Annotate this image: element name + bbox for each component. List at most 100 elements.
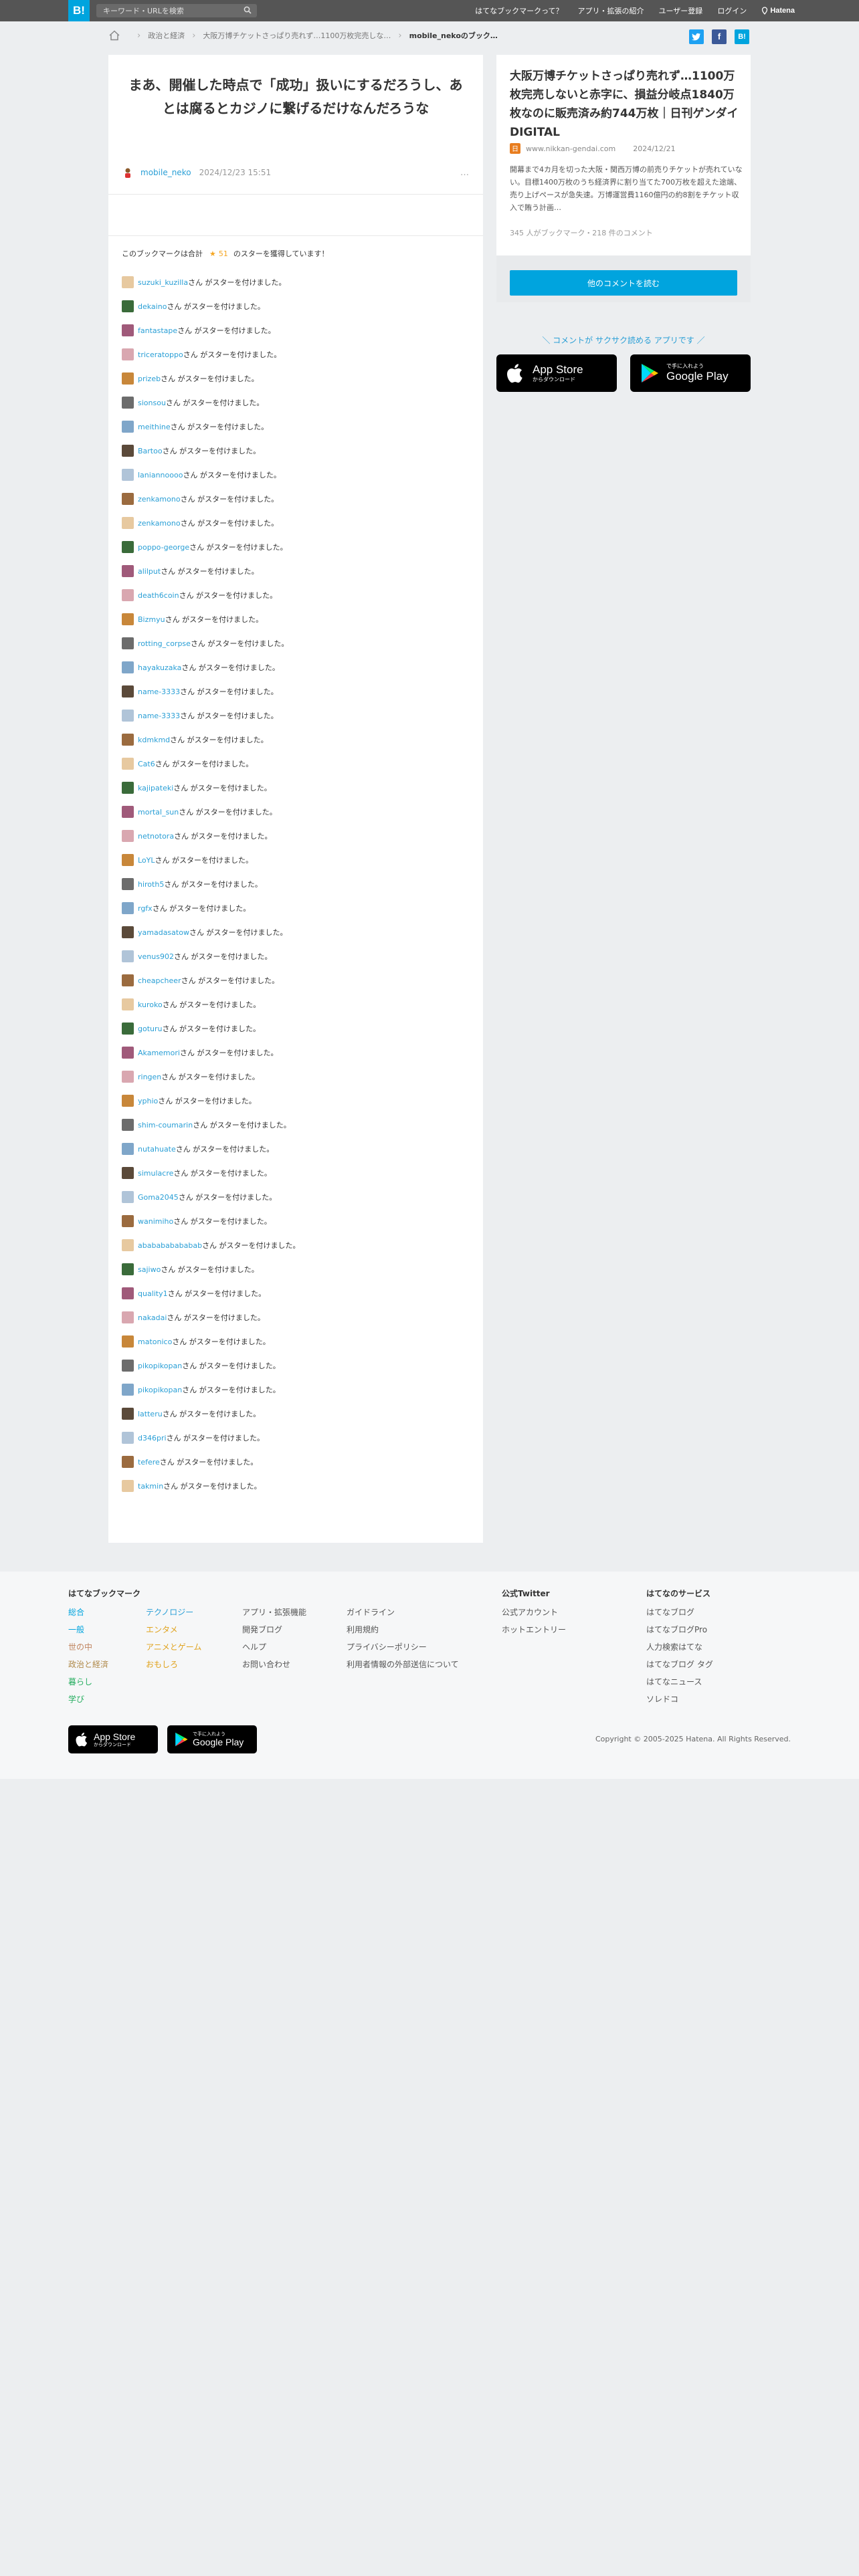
- star-user-link[interactable]: ababababababab: [138, 1241, 202, 1250]
- star-user-link[interactable]: rotting_corpse: [138, 639, 191, 648]
- app-promo-text[interactable]: ＼ コメントが サクサク読める アプリです ／: [496, 334, 751, 346]
- avatar[interactable]: [122, 661, 134, 673]
- avatar[interactable]: [122, 517, 134, 529]
- footer-link[interactable]: 公式アカウント: [502, 1606, 558, 1618]
- avatar[interactable]: [122, 830, 134, 842]
- star-user-link[interactable]: hiroth5: [138, 880, 164, 889]
- entry-meta[interactable]: 345 人がブックマーク・218 件のコメント: [510, 227, 653, 238]
- avatar[interactable]: [122, 734, 134, 746]
- app-store-badge[interactable]: App Store からダウンロード: [496, 354, 617, 392]
- more-icon[interactable]: …: [460, 168, 470, 178]
- footer-link[interactable]: ヘルプ: [242, 1641, 266, 1652]
- avatar[interactable]: [122, 950, 134, 962]
- star-user-link[interactable]: laniannoooo: [138, 471, 183, 479]
- avatar[interactable]: [122, 1239, 134, 1251]
- avatar[interactable]: [122, 1215, 134, 1227]
- star-user-link[interactable]: Bizmyu: [138, 615, 165, 624]
- star-user-link[interactable]: fantastape: [138, 326, 177, 335]
- bookmark-date[interactable]: 2024/12/23 15:51: [199, 168, 272, 177]
- avatar[interactable]: [122, 445, 134, 457]
- star-user-link[interactable]: prizeb: [138, 374, 161, 383]
- footer-link[interactable]: はてなニュース: [646, 1676, 702, 1687]
- avatar[interactable]: [122, 167, 134, 179]
- star-user-link[interactable]: shim-coumarin: [138, 1121, 193, 1130]
- avatar[interactable]: [122, 1432, 134, 1444]
- star-user-link[interactable]: Akamemori: [138, 1049, 180, 1057]
- avatar[interactable]: [122, 372, 134, 385]
- footer-link[interactable]: 利用規約: [347, 1624, 379, 1635]
- avatar[interactable]: [122, 1071, 134, 1083]
- footer-link[interactable]: テクノロジー: [146, 1606, 193, 1618]
- hatena-bookmark-share-icon[interactable]: B!: [735, 29, 749, 44]
- footer-google-play-badge[interactable]: で手に入れよう Google Play: [167, 1725, 257, 1753]
- nav-about[interactable]: はてなブックマークって？: [475, 5, 563, 16]
- star-user-link[interactable]: kajipateki: [138, 784, 173, 792]
- avatar[interactable]: [122, 276, 134, 288]
- footer-app-store-badge[interactable]: App Store からダウンロード: [68, 1725, 158, 1753]
- star-user-link[interactable]: goturu: [138, 1025, 163, 1033]
- avatar[interactable]: [122, 1311, 134, 1323]
- footer-link[interactable]: ガイドライン: [347, 1606, 395, 1618]
- nav-login[interactable]: ログイン: [717, 5, 747, 16]
- star-user-link[interactable]: poppo-george: [138, 543, 189, 552]
- twitter-share-icon[interactable]: [689, 29, 704, 44]
- star-user-link[interactable]: sajiwo: [138, 1265, 161, 1274]
- avatar[interactable]: [122, 878, 134, 890]
- avatar[interactable]: [122, 1456, 134, 1468]
- avatar[interactable]: [122, 854, 134, 866]
- entry-domain[interactable]: www.nikkan-gendai.com: [526, 144, 615, 153]
- breadcrumb-category[interactable]: 政治と経済: [148, 30, 185, 41]
- avatar[interactable]: [122, 758, 134, 770]
- avatar[interactable]: [122, 565, 134, 577]
- star-user-link[interactable]: sionsou: [138, 399, 166, 407]
- avatar[interactable]: [122, 493, 134, 505]
- avatar[interactable]: [122, 589, 134, 601]
- avatar[interactable]: [122, 926, 134, 938]
- avatar[interactable]: [122, 1095, 134, 1107]
- star-user-link[interactable]: cheapcheer: [138, 976, 181, 985]
- star-user-link[interactable]: wanimiho: [138, 1217, 173, 1226]
- star-user-link[interactable]: Cat6: [138, 760, 155, 768]
- avatar[interactable]: [122, 1119, 134, 1131]
- star-user-link[interactable]: zenkamono: [138, 495, 181, 504]
- avatar[interactable]: [122, 1384, 134, 1396]
- avatar[interactable]: [122, 1287, 134, 1299]
- star-user-link[interactable]: name-3333: [138, 687, 180, 696]
- avatar[interactable]: [122, 1191, 134, 1203]
- search-input[interactable]: [96, 4, 257, 17]
- footer-link[interactable]: 学び: [68, 1693, 84, 1705]
- star-user-link[interactable]: kuroko: [138, 1000, 163, 1009]
- star-user-link[interactable]: alilput: [138, 567, 161, 576]
- avatar[interactable]: [122, 1143, 134, 1155]
- avatar[interactable]: [122, 1047, 134, 1059]
- footer-link[interactable]: はてなブログ タグ: [646, 1658, 713, 1670]
- star-user-link[interactable]: LoYL: [138, 856, 155, 865]
- avatar[interactable]: [122, 348, 134, 360]
- star-user-link[interactable]: triceratoppo: [138, 350, 183, 359]
- footer-link[interactable]: エンタメ: [146, 1624, 178, 1635]
- avatar[interactable]: [122, 1167, 134, 1179]
- avatar[interactable]: [122, 613, 134, 625]
- star-user-link[interactable]: death6coin: [138, 591, 179, 600]
- star-user-link[interactable]: tefere: [138, 1458, 160, 1467]
- footer-link[interactable]: アニメとゲーム: [146, 1641, 201, 1652]
- star-user-link[interactable]: Bartoo: [138, 447, 163, 455]
- entry-title[interactable]: 大阪万博チケットさっぱり売れず…1100万枚完売しないと赤字に、損益分岐点184…: [510, 67, 741, 142]
- avatar[interactable]: [122, 397, 134, 409]
- avatar[interactable]: [122, 469, 134, 481]
- hatena-menu[interactable]: Hatena: [761, 7, 795, 15]
- star-user-link[interactable]: takmin: [138, 1482, 163, 1491]
- footer-link[interactable]: ホットエントリー: [502, 1624, 566, 1635]
- star-user-link[interactable]: d346pri: [138, 1434, 167, 1442]
- star-user-link[interactable]: zenkamono: [138, 519, 181, 528]
- avatar[interactable]: [122, 637, 134, 649]
- footer-link[interactable]: おもしろ: [146, 1658, 178, 1670]
- home-icon[interactable]: [108, 29, 120, 41]
- star-user-link[interactable]: Goma2045: [138, 1193, 179, 1202]
- nav-apps[interactable]: アプリ・拡張の紹介: [578, 5, 644, 16]
- star-user-link[interactable]: venus902: [138, 952, 174, 961]
- footer-link[interactable]: 政治と経済: [68, 1658, 108, 1670]
- star-user-link[interactable]: ringen: [138, 1073, 161, 1081]
- avatar[interactable]: [122, 806, 134, 818]
- footer-link[interactable]: 世の中: [68, 1641, 92, 1652]
